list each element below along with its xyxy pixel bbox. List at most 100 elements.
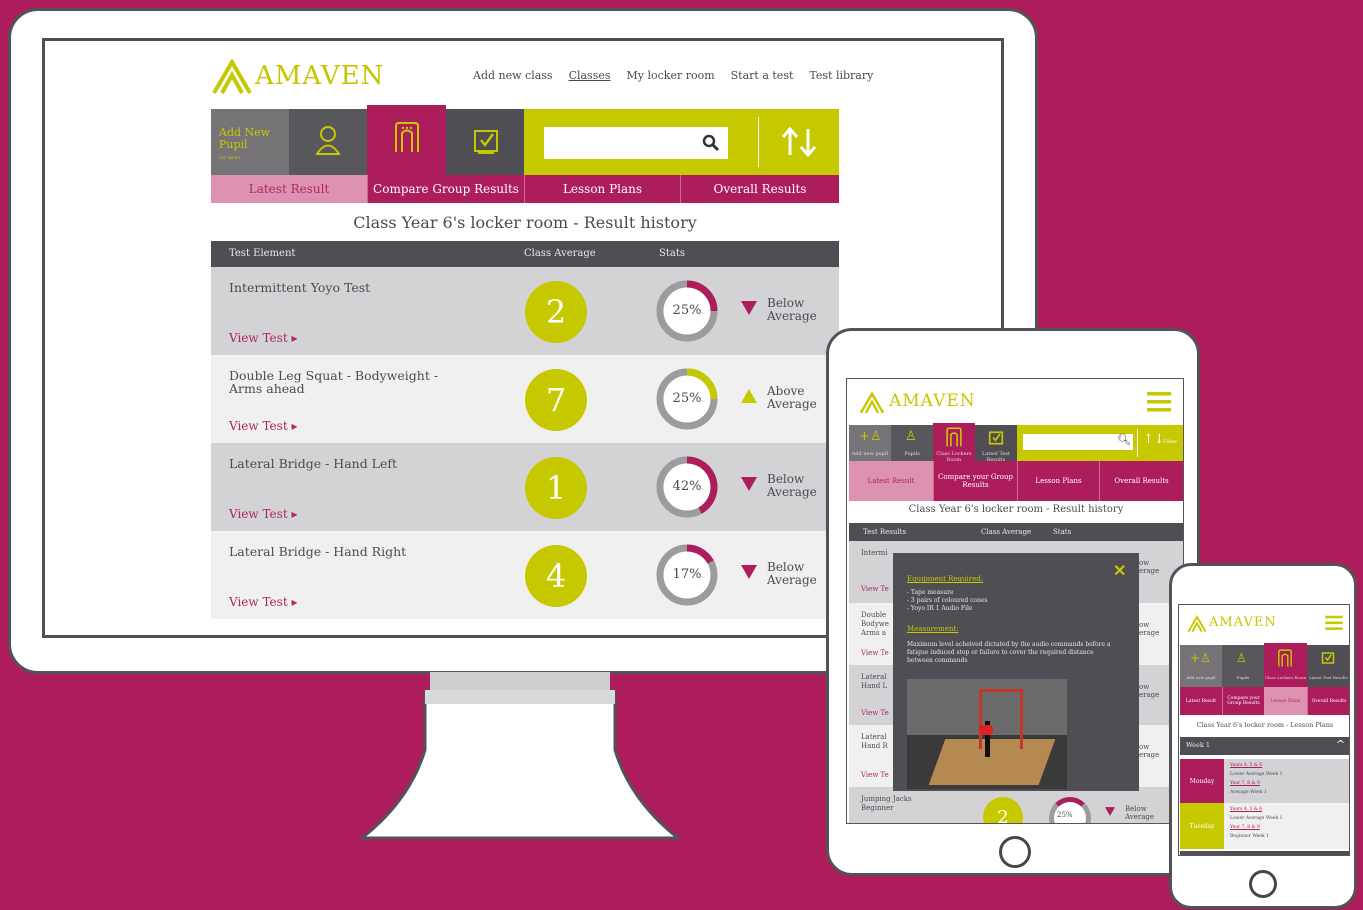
results-tile[interactable] — [446, 109, 524, 175]
locker-icon — [1278, 649, 1292, 667]
tile-label: Pupils — [1236, 675, 1250, 680]
divider — [1137, 429, 1138, 457]
view-test-link[interactable]: View Te — [861, 649, 889, 657]
tab-lesson-plans[interactable]: Lesson Plans — [1264, 687, 1307, 715]
view-test-link[interactable]: View Test ▸ — [229, 419, 297, 433]
checklist-icon — [1321, 652, 1335, 664]
test-info-modal: ✕ Equipment Required: - Tape measure - 3… — [893, 553, 1139, 791]
search-bar — [524, 109, 839, 175]
average-status: Below Average — [767, 472, 817, 499]
chevron-up-icon[interactable]: ^ — [1336, 738, 1345, 751]
hamburger-menu-icon[interactable] — [1147, 391, 1171, 413]
phone-home-button[interactable] — [1249, 870, 1277, 898]
hamburger-menu-icon[interactable] — [1325, 615, 1343, 631]
test-name: Intermittent Yoyo Test — [229, 280, 371, 295]
tab-overall-results[interactable]: Overall Results — [680, 175, 839, 203]
average-status: Below Average — [767, 560, 817, 587]
equipment-item: - Yoyo IR 1 Audio File — [907, 605, 973, 612]
tab-overall-results[interactable]: Overall Results — [1099, 461, 1183, 501]
divider — [758, 117, 759, 167]
view-test-link[interactable]: View Te — [861, 709, 889, 717]
tablet-home-button[interactable] — [999, 836, 1031, 868]
nav-add-new-class[interactable]: Add new class — [473, 69, 553, 82]
class-average-badge: 1 — [525, 457, 587, 519]
week-header[interactable]: Week 1 ^ — [1180, 737, 1349, 755]
up-arrow-icon — [741, 389, 757, 403]
tile-label: Add new pupil — [1186, 675, 1216, 680]
add-pupil-tile[interactable]: Add New Pupil (or new) — [211, 109, 289, 175]
add-pupil-sub: (or new) — [219, 155, 241, 161]
user-icon: ♙ — [905, 429, 917, 444]
search-bar: 🔍︎ ↑↓ Filter — [1017, 425, 1183, 461]
tab-overall-results[interactable]: Overall Results — [1307, 687, 1349, 715]
test-name: Jumping Jacks Beginner — [861, 795, 912, 812]
tab-compare-group-results[interactable]: Compare your Group Results — [1222, 687, 1264, 715]
view-test-link[interactable]: View Te — [861, 771, 889, 779]
tab-latest-result[interactable]: Latest Result — [211, 175, 367, 203]
add-pupil-tile[interactable]: +♙ Add new pupil — [849, 425, 891, 461]
lesson-link[interactable]: Years 4, 5 & 6 — [1230, 763, 1262, 768]
day-row: Tuesday Years 4, 5 & 6 Lower Average Wee… — [1180, 803, 1349, 849]
amaven-logo-icon — [1187, 615, 1207, 633]
table-header: Test Element Class Average Stats — [211, 241, 839, 267]
nav-my-locker-room[interactable]: My locker room — [627, 69, 715, 82]
sort-icon[interactable]: ↑↓ — [1143, 432, 1165, 447]
tablet-screen: AMAVEN +♙ Add new pupil ♙ Pupils Class L… — [846, 378, 1184, 824]
nav-test-library[interactable]: Test library — [809, 69, 873, 82]
monitor-neck — [430, 672, 610, 692]
view-test-link[interactable]: View Test ▸ — [229, 331, 297, 345]
pupils-tile[interactable]: ♙ Pupils — [891, 425, 933, 461]
lesson-link[interactable]: Years 4, 5 & 6 — [1230, 807, 1262, 812]
results-tile[interactable]: Latest Test Results — [1307, 645, 1349, 687]
add-user-icon: +♙ — [1190, 651, 1211, 665]
header-test-results: Test Results — [863, 528, 907, 536]
tab-latest-result[interactable]: Latest Result — [849, 461, 933, 501]
video-player[interactable] — [907, 679, 1067, 789]
view-test-link[interactable]: View Te — [861, 585, 889, 593]
tab-lesson-plans[interactable]: Lesson Plans — [1017, 461, 1099, 501]
day-row: Monday Years 4, 5 & 6 Lower Average Week… — [1180, 759, 1349, 803]
add-pupil-tile[interactable]: +♙ Add new pupil — [1180, 645, 1222, 687]
play-icon[interactable] — [979, 725, 993, 735]
header-test-element: Test Element — [229, 248, 296, 259]
view-test-link[interactable]: View Test ▸ — [229, 507, 297, 521]
tab-latest-result[interactable]: Latest Result — [1180, 687, 1222, 715]
tab-lesson-plans[interactable]: Lesson Plans — [524, 175, 680, 203]
sort-icon[interactable] — [780, 125, 818, 159]
locker-room-tile[interactable] — [367, 105, 446, 175]
search-input[interactable] — [544, 127, 728, 159]
week-header[interactable] — [1180, 851, 1349, 855]
amaven-logo-icon — [859, 391, 885, 414]
tab-compare-group-results[interactable]: Compare your Group Results — [933, 461, 1017, 501]
view-test-link[interactable]: View Test ▸ — [229, 595, 297, 609]
equipment-item: - 3 pairs of coloured cones — [907, 597, 988, 604]
table-row: Jumping Jacks Beginner 2 25% Below Avera… — [849, 787, 1183, 823]
tile-label: Latest Test Results — [1309, 675, 1348, 680]
close-icon[interactable]: ✕ — [1113, 561, 1126, 580]
locker-room-tile[interactable]: Class Lockers Room — [1264, 643, 1307, 687]
pupils-tile[interactable]: ♙ Pupils — [1222, 645, 1264, 687]
down-arrow-icon — [741, 477, 757, 491]
header-class-average: Class Average — [981, 528, 1032, 536]
add-pupil-label: Add New Pupil — [219, 126, 271, 151]
lesson-link[interactable]: Year 7, 8 & 9 — [1230, 781, 1260, 786]
phone-screen: AMAVEN +♙ Add new pupil ♙ Pupils Class L… — [1178, 604, 1350, 856]
search-icon[interactable] — [702, 134, 720, 152]
checklist-icon — [988, 431, 1004, 445]
checklist-icon — [474, 130, 498, 154]
results-tile[interactable]: Latest Test Results — [975, 425, 1017, 463]
user-icon — [315, 126, 341, 155]
lesson-link[interactable]: Year 7, 8 & 9 — [1230, 825, 1260, 830]
average-status: ow erage — [1139, 621, 1160, 637]
search-icon[interactable]: 🔍︎ — [1117, 433, 1131, 446]
nav-start-a-test[interactable]: Start a test — [731, 69, 794, 82]
tile-label: Add new pupil — [851, 451, 889, 457]
header-stats: Stats — [659, 248, 685, 259]
test-name: Lateral Bridge - Hand Left — [229, 456, 398, 471]
tab-compare-group-results[interactable]: Compare Group Results — [367, 175, 524, 203]
pupils-tile[interactable] — [289, 109, 367, 175]
down-arrow-icon — [741, 565, 757, 579]
nav-classes[interactable]: Classes — [569, 69, 611, 82]
lesson-level: Lower Average Week 1 — [1230, 816, 1283, 821]
locker-room-tile[interactable]: Class Lockers Room — [933, 423, 975, 463]
